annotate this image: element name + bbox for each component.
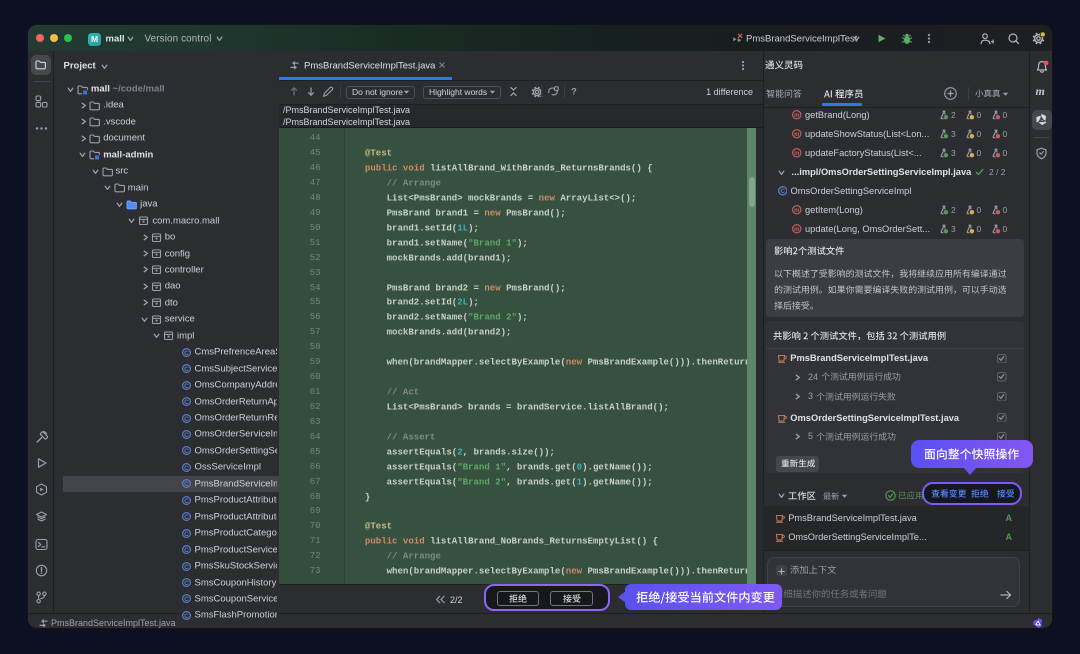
svg-text:C: C <box>184 596 189 603</box>
svg-text:C: C <box>184 531 189 538</box>
svg-text:C: C <box>184 350 189 357</box>
svg-text:C: C <box>184 547 189 554</box>
svg-text:C: C <box>184 366 189 373</box>
svg-text:C: C <box>184 580 189 587</box>
svg-text:C: C <box>780 188 785 195</box>
svg-text:C: C <box>184 432 189 439</box>
svg-text:C: C <box>184 399 189 406</box>
svg-text:m: m <box>794 208 799 214</box>
svg-text:C: C <box>184 448 189 455</box>
svg-text:C: C <box>184 465 189 472</box>
svg-text:C: C <box>184 415 189 422</box>
svg-text:C: C <box>184 498 189 505</box>
svg-text:m: m <box>794 132 799 138</box>
svg-text:m: m <box>794 227 799 233</box>
svg-text:C: C <box>184 613 189 620</box>
svg-text:C: C <box>184 382 189 389</box>
svg-text:C: C <box>184 514 189 521</box>
svg-text:m: m <box>794 151 799 157</box>
svg-text:C: C <box>184 481 189 488</box>
svg-text:m: m <box>794 113 799 119</box>
svg-text:C: C <box>184 563 189 570</box>
